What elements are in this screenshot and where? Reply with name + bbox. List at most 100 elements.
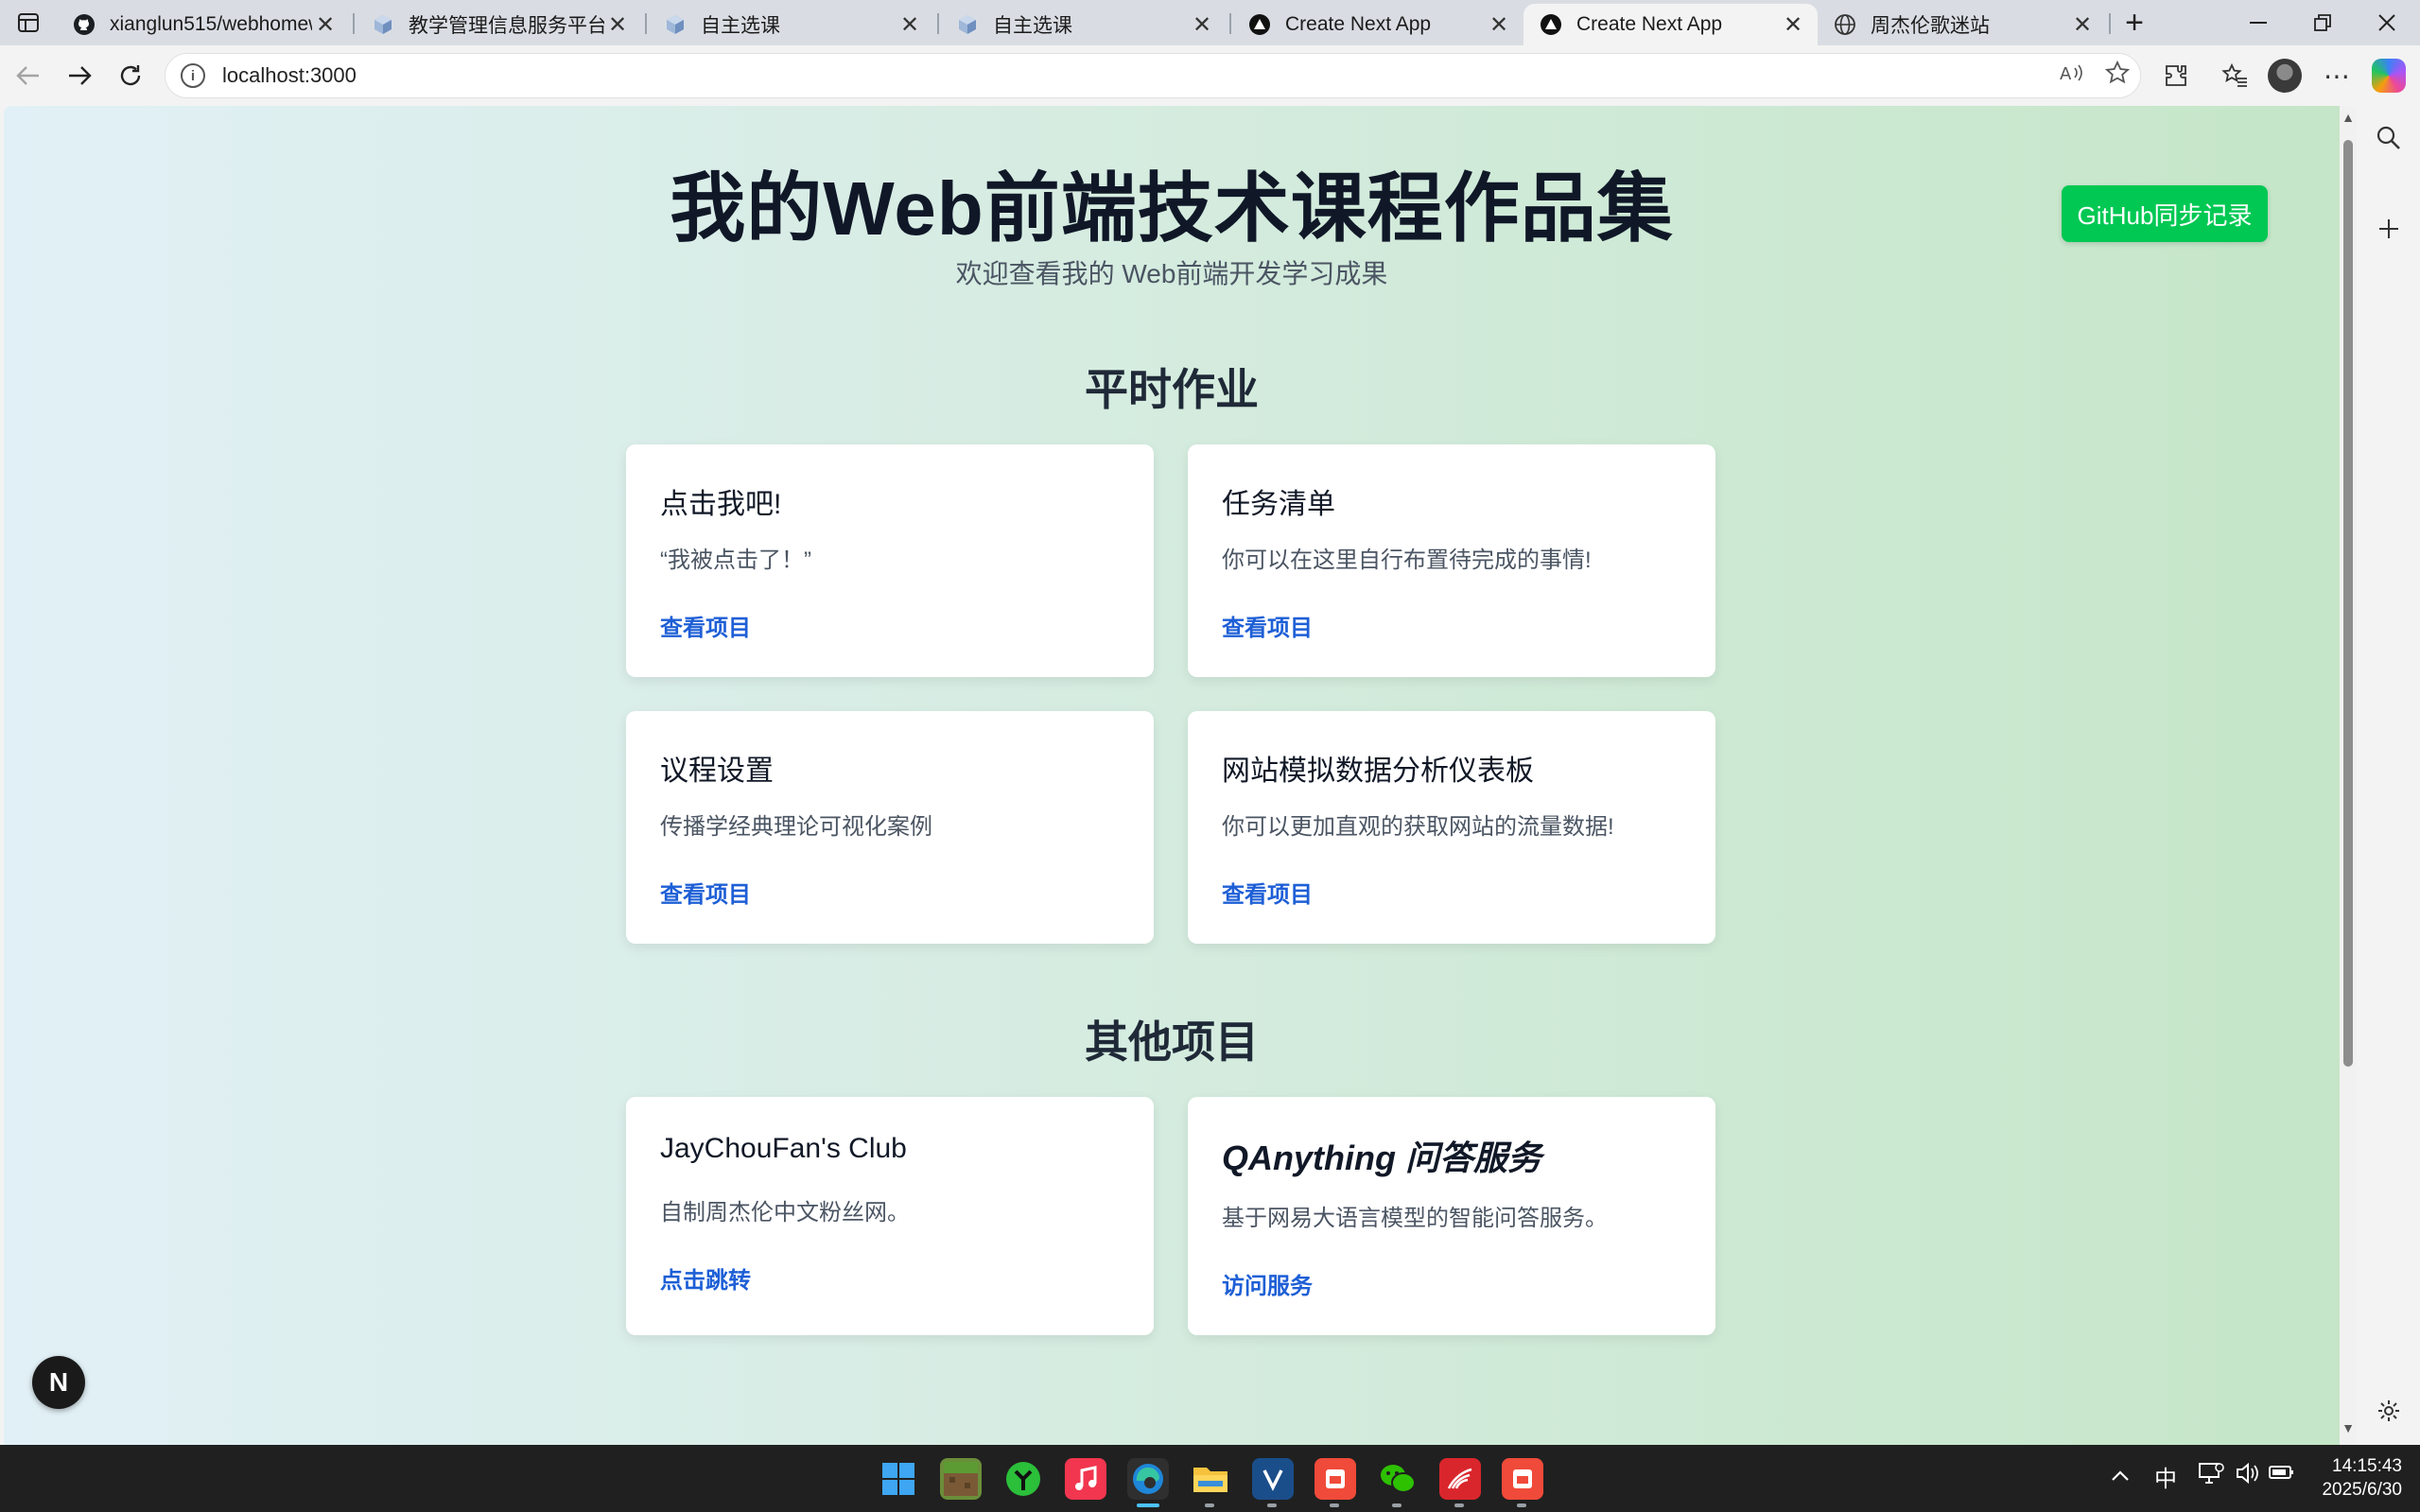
back-icon[interactable] xyxy=(8,57,49,95)
site-info-icon[interactable]: i xyxy=(181,63,205,88)
card-title: 网站模拟数据分析仪表板 xyxy=(1222,756,1534,787)
minimize-icon[interactable] xyxy=(2224,0,2292,45)
tab-separator xyxy=(353,13,355,34)
close-tab-icon[interactable]: ✕ xyxy=(1486,11,1512,39)
new-tab-button[interactable]: + xyxy=(2112,5,2157,41)
tab-separator xyxy=(645,13,647,34)
clock-date: 2025/6/30 xyxy=(2322,1480,2402,1500)
scroll-down-icon[interactable]: ▼ xyxy=(2342,1420,2355,1435)
close-tab-icon[interactable]: ✕ xyxy=(1189,11,1215,39)
clock-time: 14:15:43 xyxy=(2332,1456,2402,1476)
tab-title: 自主选课 xyxy=(701,15,780,37)
favorite-star-icon[interactable] xyxy=(2095,60,2140,92)
cube-icon xyxy=(663,12,688,37)
search-icon[interactable] xyxy=(2368,117,2410,159)
tab-6[interactable]: 周杰伦歌迷站 ✕ xyxy=(1818,4,2107,45)
tray-overflow-chevron-icon[interactable] xyxy=(2111,1462,2130,1488)
refresh-icon[interactable] xyxy=(110,57,151,95)
copilot-icon[interactable] xyxy=(2372,59,2406,93)
page-viewport: 我的Web前端技术课程作品集 欢迎查看我的 Web前端开发学习成果 GitHub… xyxy=(4,106,2340,1445)
section-title-homework: 平时作业 xyxy=(1085,365,1259,414)
project-card: QAnything 问答服务 基于网易大语言模型的智能问答服务。 访问服务 xyxy=(1188,1097,1715,1335)
favorites-icon[interactable] xyxy=(2213,57,2256,95)
visit-service-link[interactable]: 访问服务 xyxy=(1222,1267,1313,1300)
network-icon[interactable] xyxy=(2198,1462,2224,1491)
tab-actions-icon[interactable] xyxy=(6,6,51,40)
svg-text:A: A xyxy=(2060,64,2072,83)
card-description: “我被点击了！” xyxy=(660,547,811,573)
forward-icon[interactable] xyxy=(59,57,100,95)
close-tab-icon[interactable]: ✕ xyxy=(604,11,631,39)
address-bar[interactable]: i localhost:3000 A xyxy=(165,53,2141,98)
app-indicator xyxy=(1205,1503,1214,1507)
app-indicator xyxy=(1267,1503,1277,1507)
tab-0[interactable]: xianglun515/webhomework ✕ xyxy=(57,4,350,45)
red-app-icon[interactable] xyxy=(1502,1458,1543,1500)
project-card: 点击我吧! “我被点击了！” 查看项目 xyxy=(626,444,1154,677)
globe-icon xyxy=(1833,12,1857,37)
active-app-indicator xyxy=(1137,1503,1159,1507)
tab-separator xyxy=(1229,13,1231,34)
page-scrollbar[interactable]: ▲ ▼ xyxy=(2340,106,2357,1445)
cube-icon xyxy=(371,12,395,37)
edge-browser-icon[interactable] xyxy=(1127,1458,1169,1500)
file-explorer-icon[interactable] xyxy=(1190,1458,1231,1500)
add-icon[interactable] xyxy=(2368,208,2410,250)
tab-title: 教学管理信息服务平台 xyxy=(409,15,604,37)
ime-indicator[interactable]: 中 xyxy=(2154,1460,2177,1493)
close-tab-icon[interactable]: ✕ xyxy=(2069,11,2096,39)
card-title: 点击我吧! xyxy=(660,489,782,520)
tab-title: Create Next App xyxy=(1285,13,1432,35)
close-tab-icon[interactable]: ✕ xyxy=(312,11,339,39)
jump-link[interactable]: 点击跳转 xyxy=(660,1261,751,1295)
tab-5-active[interactable]: Create Next App ✕ xyxy=(1523,4,1818,45)
tab-4[interactable]: Create Next App ✕ xyxy=(1232,4,1523,45)
scrollbar-thumb[interactable] xyxy=(2343,140,2353,1067)
cube-icon xyxy=(955,12,980,37)
start-windows-icon[interactable] xyxy=(878,1458,919,1500)
settings-gear-icon[interactable] xyxy=(2368,1390,2410,1432)
tab-strip: xianglun515/webhomework ✕ 教学管理信息服务平台 ✕ 自… xyxy=(0,0,2420,45)
green-app-icon[interactable] xyxy=(1002,1458,1044,1500)
tab-1[interactable]: 教学管理信息服务平台 ✕ xyxy=(356,4,642,45)
more-menu-icon[interactable]: ⋯ xyxy=(2315,57,2359,95)
tab-title: xianglun515/webhomework xyxy=(110,13,312,35)
app-indicator xyxy=(1517,1503,1526,1507)
read-aloud-icon[interactable]: A xyxy=(2049,62,2095,90)
vscode-style-icon[interactable] xyxy=(1252,1458,1294,1500)
red-app-icon[interactable] xyxy=(1314,1458,1356,1500)
tab-3[interactable]: 自主选课 ✕ xyxy=(940,4,1227,45)
windows-taskbar: 中 14:15:43 2025/6/30 xyxy=(0,1445,2420,1512)
view-project-link[interactable]: 查看项目 xyxy=(660,609,751,642)
card-description: 你可以更加直观的获取网站的流量数据! xyxy=(1222,814,1614,840)
view-project-link[interactable]: 查看项目 xyxy=(1222,876,1313,909)
view-project-link[interactable]: 查看项目 xyxy=(1222,609,1313,642)
system-clock[interactable]: 14:15:43 2025/6/30 xyxy=(2289,1454,2402,1502)
nextjs-dev-badge[interactable]: N xyxy=(32,1356,85,1409)
close-tab-icon[interactable]: ✕ xyxy=(1780,11,1806,39)
tab-title: 自主选课 xyxy=(993,15,1072,37)
close-tab-icon[interactable]: ✕ xyxy=(897,11,923,39)
restore-icon[interactable] xyxy=(2289,0,2357,45)
music-icon[interactable] xyxy=(1065,1458,1106,1500)
scroll-up-icon[interactable]: ▲ xyxy=(2342,110,2355,125)
extensions-icon[interactable] xyxy=(2154,57,2198,95)
wechat-icon[interactable] xyxy=(1377,1458,1419,1500)
url-text[interactable]: localhost:3000 xyxy=(222,63,2049,88)
profile-avatar[interactable] xyxy=(2268,59,2302,93)
view-project-link[interactable]: 查看项目 xyxy=(660,876,751,909)
card-description: 基于网易大语言模型的智能问答服务。 xyxy=(1222,1206,1608,1231)
red-logo-icon[interactable] xyxy=(1439,1458,1481,1500)
volume-icon[interactable] xyxy=(2236,1462,2260,1491)
tab-separator xyxy=(937,13,939,34)
page-subtitle: 欢迎查看我的 Web前端开发学习成果 xyxy=(955,259,1388,288)
minecraft-icon[interactable] xyxy=(940,1458,982,1500)
project-card: 任务清单 你可以在这里自行布置待完成的事情! 查看项目 xyxy=(1188,444,1715,677)
close-window-icon[interactable] xyxy=(2353,0,2420,45)
github-icon xyxy=(72,12,96,37)
tab-2[interactable]: 自主选课 ✕ xyxy=(648,4,934,45)
edge-sidebar xyxy=(2357,106,2420,1445)
browser-toolbar: i localhost:3000 A ⋯ xyxy=(0,45,2420,106)
card-title: QAnything 问答服务 xyxy=(1222,1138,1541,1177)
github-sync-button[interactable]: GitHub同步记录 xyxy=(2062,185,2268,242)
